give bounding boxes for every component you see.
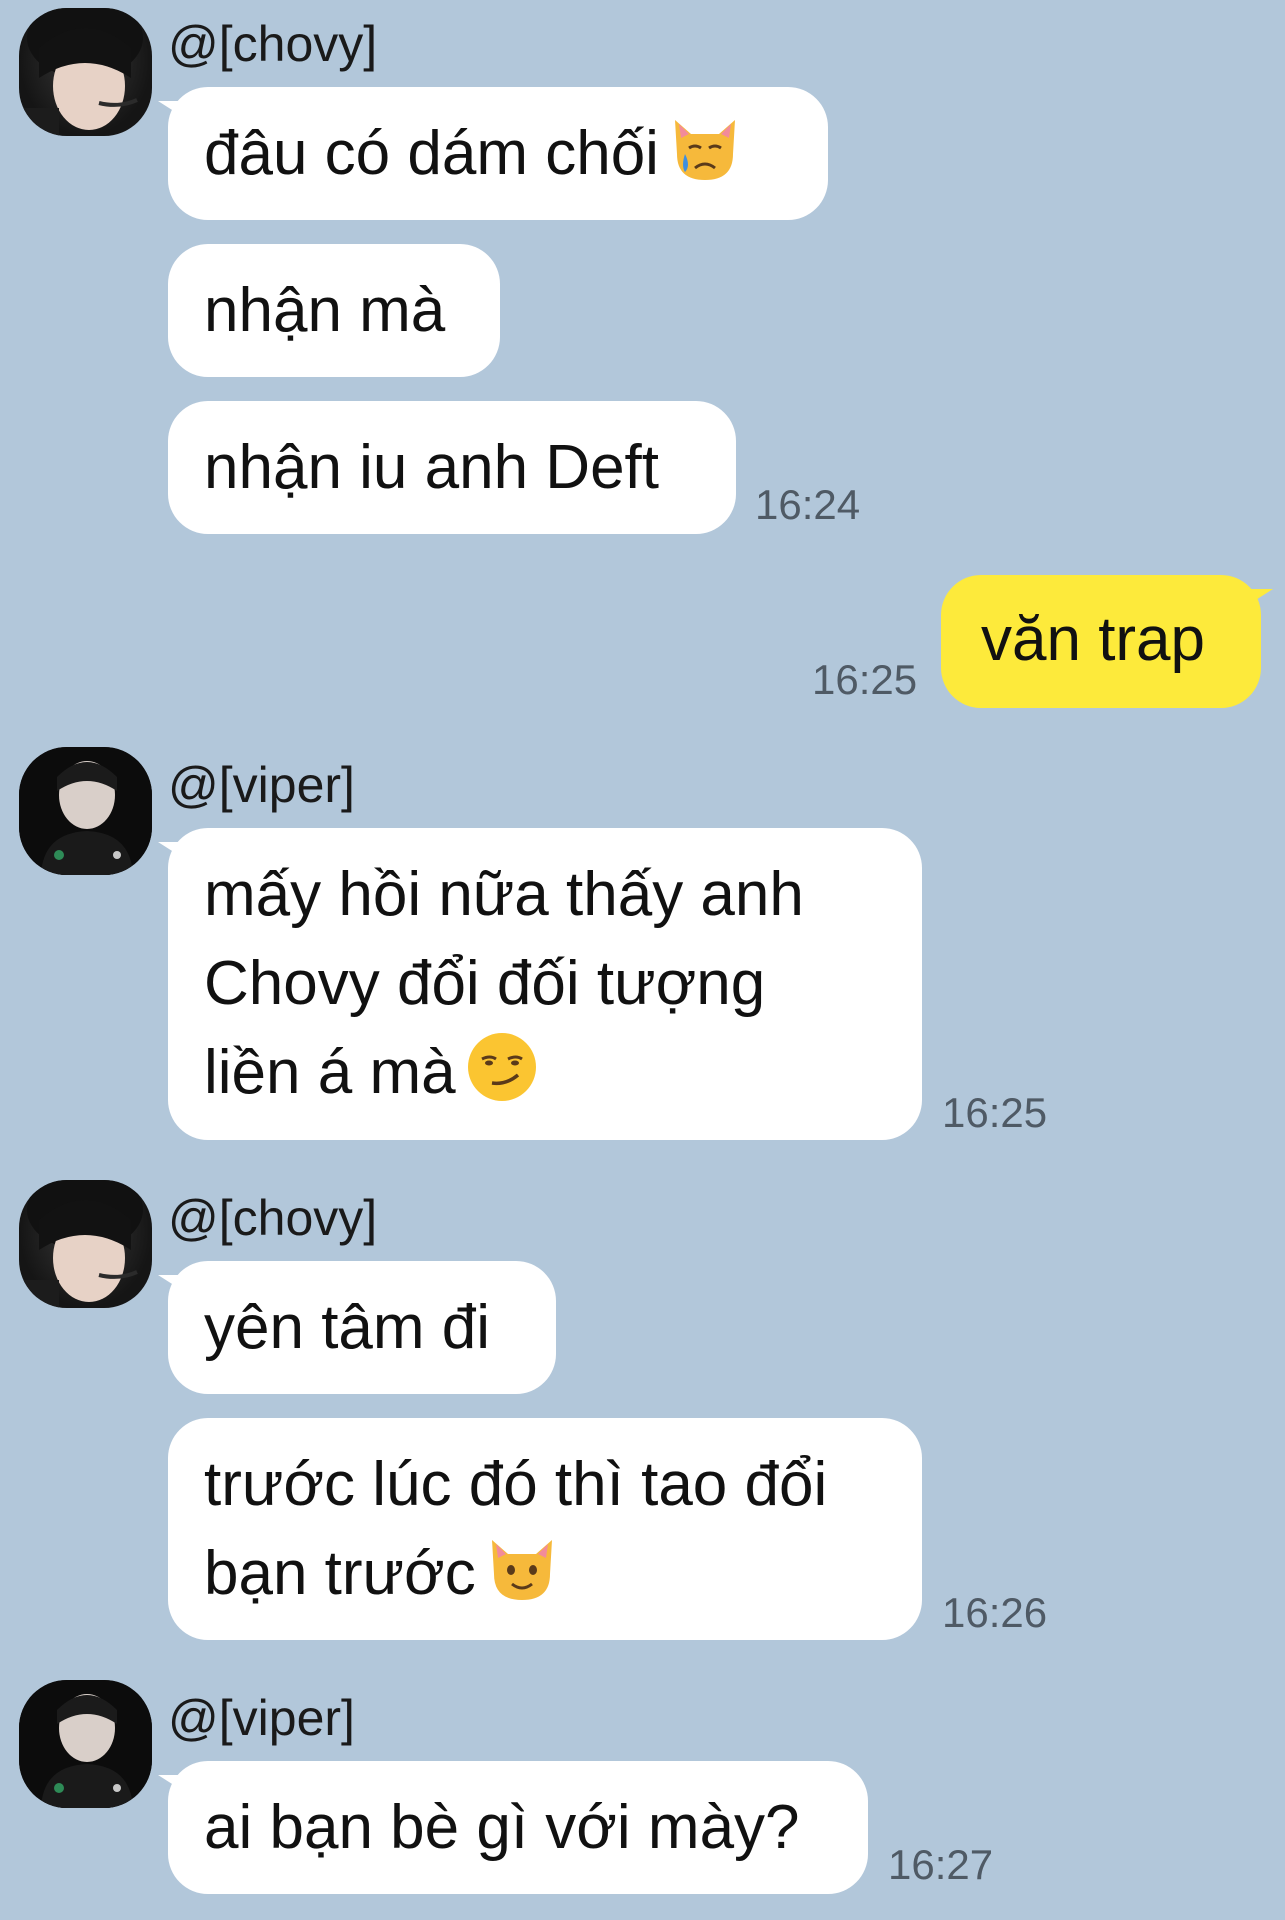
message-text: văn trap: [981, 605, 1206, 674]
message-text: đâu có dám chối: [204, 119, 659, 188]
message-text-line-wrap: liền á mà: [204, 1028, 886, 1117]
message-text: nhận mà: [204, 276, 446, 345]
crying-cat-emoji-icon: [667, 110, 743, 186]
message-bubble[interactable]: đâu có dám chối: [158, 87, 828, 220]
sender-name: @[viper]: [168, 757, 355, 813]
avatar-chovy[interactable]: [19, 8, 152, 136]
message-timestamp: 16:26: [942, 1589, 1048, 1636]
message-bubble[interactable]: nhận mà: [168, 244, 500, 377]
message-timestamp: 16:27: [888, 1841, 994, 1888]
message-text-line: trước lúc đó thì tao đổi: [204, 1450, 828, 1519]
avatar-viper[interactable]: [19, 1680, 152, 1808]
message-text: nhận iu anh Deft: [204, 433, 660, 502]
message-text-line: liền á mà: [204, 1038, 456, 1107]
sender-name: @[viper]: [168, 1690, 355, 1746]
message-bubble[interactable]: ai bạn bè gì với mày?: [158, 1761, 868, 1894]
message-bubble[interactable]: mấy hồi nữa thấy anh Chovy đổi đối tượng…: [158, 828, 922, 1140]
message-bubble[interactable]: yên tâm đi: [158, 1261, 556, 1394]
message-timestamp: 16:24: [755, 481, 861, 528]
smirking-face-emoji-icon: [464, 1029, 540, 1105]
message-text-line: bạn trước: [204, 1539, 476, 1608]
message-timestamp: 16:25: [942, 1089, 1048, 1136]
avatar-chovy[interactable]: [19, 1180, 152, 1308]
message-timestamp: 16:25: [812, 656, 918, 703]
message-bubble[interactable]: nhận iu anh Deft: [168, 401, 736, 534]
message-text-line: Chovy đổi đối tượng: [204, 949, 766, 1018]
message-text-line-wrap: bạn trước: [204, 1529, 886, 1618]
sender-name: @[chovy]: [168, 1190, 378, 1246]
avatar-viper[interactable]: [19, 747, 152, 875]
message-text-line: mấy hồi nữa thấy anh: [204, 860, 804, 929]
sender-name: @[chovy]: [168, 16, 378, 72]
message-text: yên tâm đi: [204, 1293, 491, 1362]
smiling-cat-emoji-icon: [484, 1530, 560, 1606]
message-bubble[interactable]: trước lúc đó thì tao đổi bạn trước: [168, 1418, 922, 1640]
message-text: ai bạn bè gì với mày?: [204, 1793, 800, 1862]
my-message-bubble[interactable]: văn trap: [941, 575, 1273, 708]
